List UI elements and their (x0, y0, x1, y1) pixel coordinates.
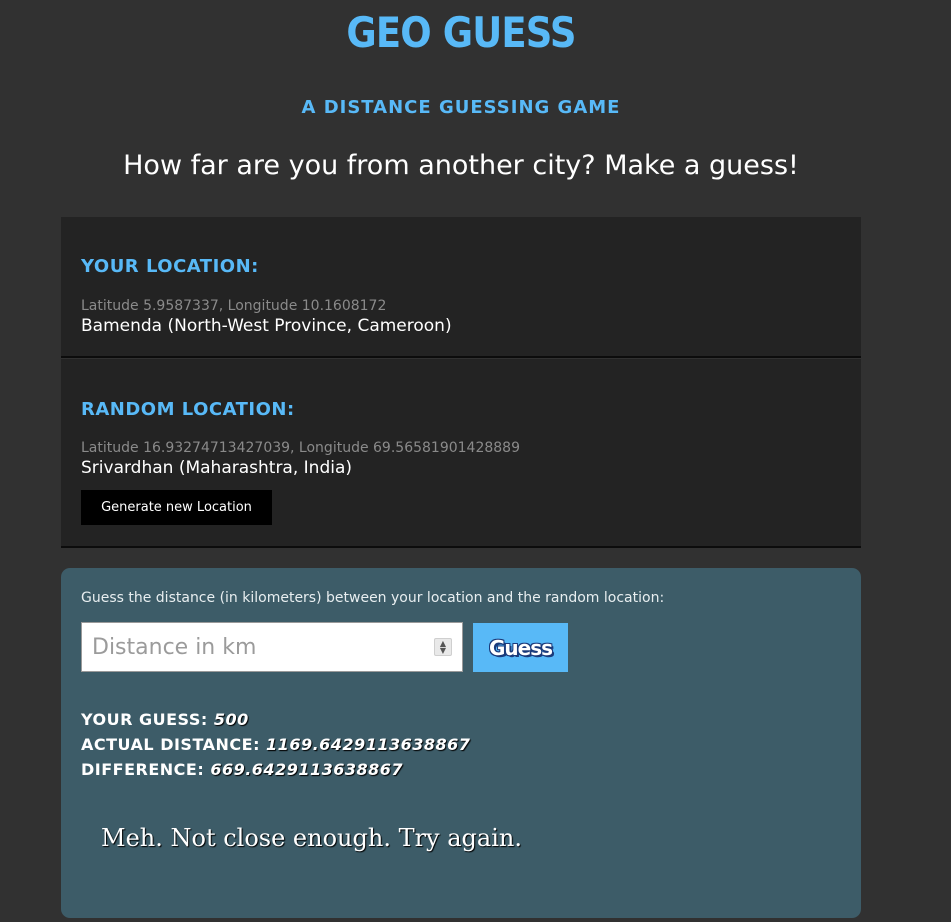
random-location-coords: Latitude 16.93274713427039, Longitude 69… (81, 440, 520, 456)
actual-distance-label: ACTUAL DISTANCE: (81, 735, 260, 754)
guess-button[interactable]: Guess (473, 623, 568, 672)
divider (61, 356, 861, 358)
your-guess-value: 500 (213, 710, 249, 729)
random-location-panel: RANDOM LOCATION: Latitude 16.93274713427… (61, 359, 861, 546)
distance-input[interactable] (82, 623, 422, 671)
actual-distance-row: ACTUAL DISTANCE: 1169.6429113638867 (81, 735, 470, 754)
your-location-heading: YOUR LOCATION: (81, 256, 259, 277)
guess-prompt: Guess the distance (in kilometers) betwe… (81, 590, 665, 606)
your-location-coords: Latitude 5.9587337, Longitude 10.1608172 (81, 298, 387, 314)
generate-location-button[interactable]: Generate new Location (81, 490, 272, 525)
divider (61, 546, 861, 548)
difference-value: 669.6429113638867 (210, 760, 404, 779)
guess-panel: Guess the distance (in kilometers) betwe… (61, 568, 861, 918)
difference-label: DIFFERENCE: (81, 760, 205, 779)
your-guess-label: YOUR GUESS: (81, 710, 208, 729)
app-subtitle: A DISTANCE GUESSING GAME (301, 97, 621, 118)
tagline: How far are you from another city? Make … (123, 150, 799, 181)
your-guess-row: YOUR GUESS: 500 (81, 710, 249, 729)
stepper-arrows-icon[interactable]: ▲ ▼ (434, 638, 452, 656)
random-location-place: Srivardhan (Maharashtra, India) (81, 458, 353, 478)
your-location-place: Bamenda (North-West Province, Cameroon) (81, 316, 452, 336)
actual-distance-value: 1169.6429113638867 (266, 735, 471, 754)
random-location-heading: RANDOM LOCATION: (81, 399, 295, 420)
app-title: GEO GUESS (346, 8, 576, 57)
verdict-message: Meh. Not close enough. Try again. (101, 824, 522, 852)
difference-row: DIFFERENCE: 669.6429113638867 (81, 760, 403, 779)
distance-field: ▲▼ (81, 622, 463, 672)
your-location-panel: YOUR LOCATION: Latitude 5.9587337, Longi… (61, 217, 861, 357)
